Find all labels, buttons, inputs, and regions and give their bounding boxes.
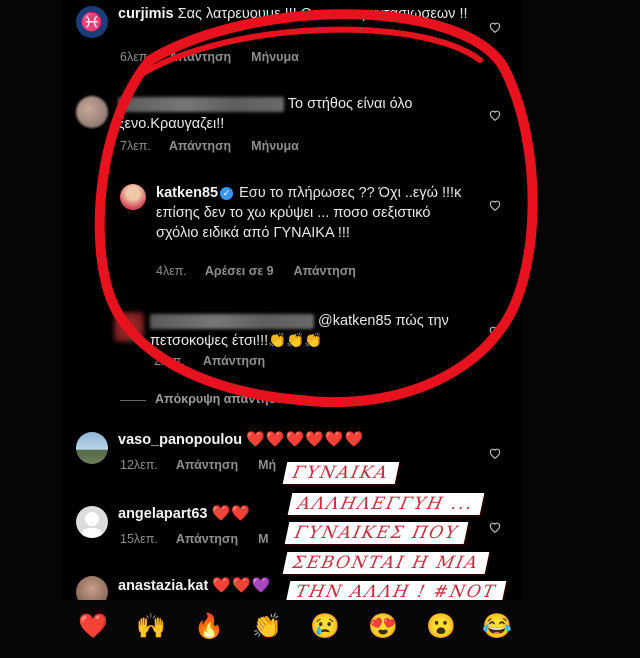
reply-button[interactable]: Απάντηση (169, 139, 231, 153)
comment-username[interactable]: vaso_panopoulou (118, 432, 242, 448)
like-heart-icon[interactable] (488, 20, 502, 34)
comment-time: 15λεπ. (120, 532, 158, 546)
laughing-emoji-button[interactable]: 😂 (482, 612, 512, 642)
verified-badge-icon: ✓ (220, 187, 234, 200)
like-heart-icon[interactable] (488, 520, 502, 534)
comment-time: 4λεπ. (156, 264, 187, 278)
like-heart-icon[interactable] (488, 446, 502, 460)
comment-text: Σας λατρευουμε !!! Θεα των φαντασιωσεων … (177, 6, 468, 22)
comment-text: ❤️❤️ (211, 505, 251, 522)
comment-meta: 2λεπ. Απάντηση (154, 354, 285, 368)
avatar[interactable]: ♓ (76, 6, 108, 38)
comment-username[interactable]: angelapart63 (118, 506, 207, 522)
avatar[interactable] (114, 312, 144, 342)
reply-button[interactable]: Απάντηση (294, 264, 356, 278)
comment-username[interactable]: curjimis (118, 6, 174, 22)
crying-emoji-button[interactable]: 😢 (310, 612, 340, 642)
hide-replies-row[interactable]: Απόκρυψη απαντήσεων (62, 391, 522, 411)
fire-emoji-button[interactable]: 🔥 (194, 612, 224, 642)
comment-time: 6λεπ. (120, 50, 151, 64)
comment-row: ♓ curjimis Σας λατρευουμε !!! Θεα των φα… (62, 0, 522, 80)
heart-eyes-emoji-button[interactable]: 😍 (368, 612, 398, 642)
blurred-username (118, 96, 284, 112)
comment-meta: 4λεπ. Αρέσει σε 9 Απάντηση (156, 264, 376, 278)
likes-count[interactable]: Αρέσει σε 9 (205, 264, 274, 278)
avatar[interactable] (76, 432, 108, 464)
reply-button[interactable]: Απάντηση (176, 458, 238, 472)
reply-button[interactable]: Απάντηση (176, 532, 238, 546)
message-button[interactable]: Μ (258, 532, 268, 546)
reply-button[interactable]: Απάντηση (203, 354, 265, 368)
avatar[interactable] (120, 184, 146, 210)
comment-text: ❤️❤️💜 (212, 577, 272, 594)
comment-row: Το στήθος είναι όλο ξενο.Κραυγαζει!! 7λε… (62, 88, 522, 168)
reply-row: @katken85 πώς την πετσοκοψες έτσι!!!👏👏👏 … (62, 306, 522, 376)
comment-username[interactable]: katken85 (156, 185, 218, 201)
avatar[interactable] (76, 506, 108, 538)
comment-username[interactable]: anastazia.kat (118, 578, 208, 594)
like-heart-icon[interactable] (488, 324, 502, 338)
heart-emoji-button[interactable]: ❤️ (78, 612, 108, 642)
overlay-text-line: ΓΥΝΑΙΚΑ (282, 462, 400, 484)
overlay-text-line: ΓΥΝΑΙΚΕΣ ΠΟΥ (284, 522, 469, 544)
comment-meta: 7λεπ. Απάντηση Μήνυμα (120, 139, 319, 153)
message-button[interactable]: Μή (258, 458, 276, 472)
like-heart-icon[interactable] (488, 108, 502, 122)
comment-time: 7λεπ. (120, 139, 151, 153)
comment-meta: 6λεπ. Απάντηση Μήνυμα (120, 50, 319, 64)
clap-emoji-button[interactable]: 👏 (252, 612, 282, 642)
like-heart-icon[interactable] (488, 198, 502, 212)
blurred-username (150, 313, 314, 329)
comment-text: ❤️❤️❤️❤️❤️❤️ (246, 431, 365, 448)
comment-time: 2λεπ. (154, 354, 185, 368)
reply-button[interactable]: Απάντηση (169, 50, 231, 64)
avatar[interactable] (76, 96, 108, 128)
comment-meta: 12λεπ. Απάντηση Μή (120, 458, 296, 472)
message-button[interactable]: Μήνυμα (251, 139, 299, 153)
surprised-emoji-button[interactable]: 😮 (426, 612, 456, 642)
reply-row: katken85 ✓ Εσυ το πλήρωσες ?? Όχι ..εγώ !… (62, 178, 522, 288)
divider (120, 400, 146, 401)
comment-meta: 15λεπ. Απάντηση Μ (120, 532, 289, 546)
message-button[interactable]: Μήνυμα (251, 50, 299, 64)
hide-replies-button[interactable]: Απόκρυψη απαντήσεων (155, 392, 301, 406)
overlay-text-line: ΑΛΛΗΛΕΓΓΥΗ ... (287, 493, 484, 515)
comment-time: 12λεπ. (120, 458, 158, 472)
reaction-bar: ❤️ 🙌 🔥 👏 😢 😍 😮 😂 (62, 600, 522, 658)
overlay-text-line: ΣΕΒΟΝΤΑΙ Η ΜΙΑ (282, 552, 490, 574)
raised-hands-emoji-button[interactable]: 🙌 (136, 612, 166, 642)
